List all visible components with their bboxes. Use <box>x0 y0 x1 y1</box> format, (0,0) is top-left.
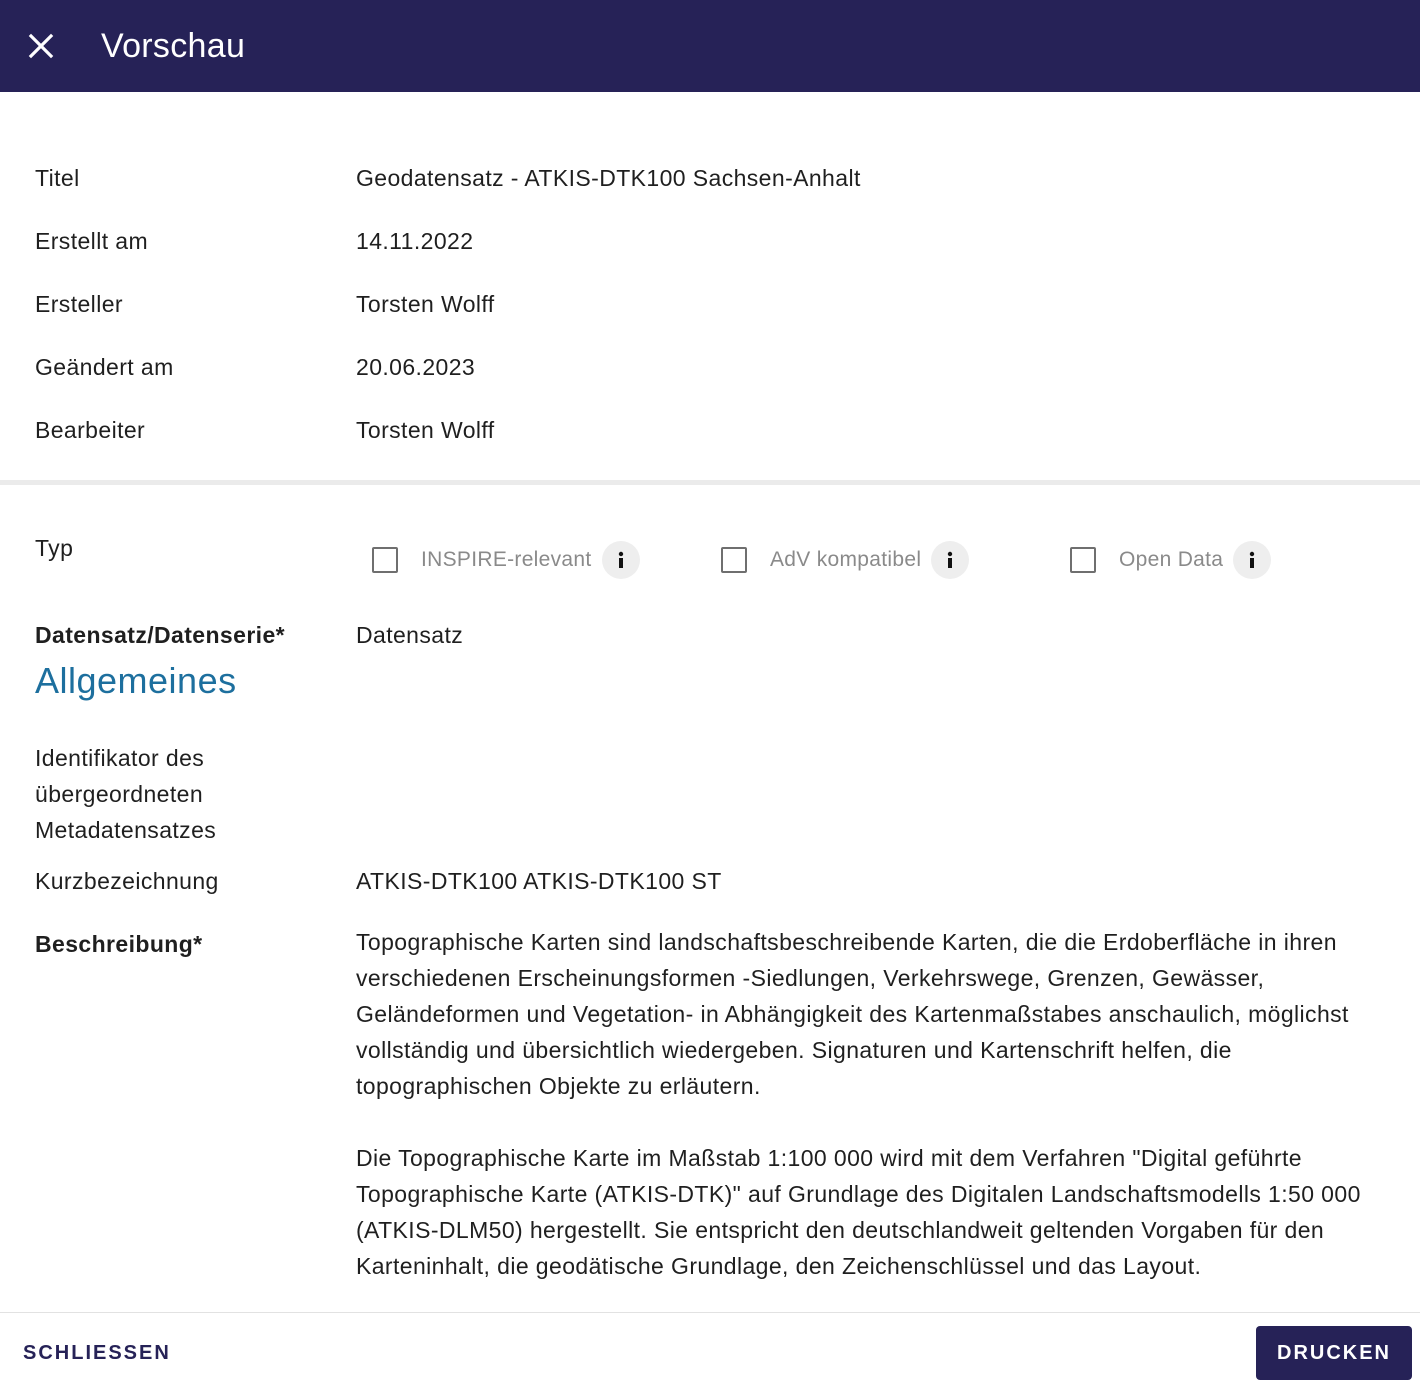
section-title-allgemeines: Allgemeines <box>35 660 237 701</box>
adv-label: AdV kompatibel <box>770 548 922 571</box>
inspire-checkbox[interactable] <box>372 547 398 573</box>
print-button[interactable]: DRUCKEN <box>1256 1326 1412 1380</box>
dialog-footer: SCHLIESSEN DRUCKEN <box>0 1312 1420 1390</box>
meta-value: Torsten Wolff <box>356 291 495 317</box>
section-divider <box>0 480 1420 485</box>
preview-content[interactable]: Titel Geodatensatz - ATKIS-DTK100 Sachse… <box>0 92 1420 1312</box>
kurzbezeichnung-value: ATKIS-DTK100 ATKIS-DTK100 ST <box>356 868 722 894</box>
meta-label: Titel <box>35 165 80 191</box>
beschreibung-paragraph: Topographische Karten sind landschaftsbe… <box>356 929 1349 1099</box>
info-icon[interactable] <box>601 541 640 579</box>
meta-row-geaendert-am: Geändert am 20.06.2023 <box>35 354 475 381</box>
dialog-title: Vorschau <box>101 26 246 65</box>
meta-label: Bearbeiter <box>35 417 146 443</box>
meta-label: Geändert am <box>35 354 174 380</box>
meta-label: Ersteller <box>35 291 123 317</box>
identifikator-label: Identifikator des übergeordneten Metadat… <box>35 745 217 843</box>
close-button[interactable]: SCHLIESSEN <box>12 1333 182 1373</box>
checkbox-adv-kompatibel: AdV kompatibel <box>721 539 970 581</box>
meta-value: Geodatensatz - ATKIS-DTK100 Sachsen-Anha… <box>356 165 861 191</box>
meta-value: 14.11.2022 <box>356 228 474 254</box>
meta-label: Erstellt am <box>35 228 149 254</box>
open-data-checkbox[interactable] <box>1070 547 1096 573</box>
meta-row-titel: Titel Geodatensatz - ATKIS-DTK100 Sachse… <box>35 165 861 192</box>
inspire-label: INSPIRE-relevant <box>421 548 592 571</box>
beschreibung-label: Beschreibung* <box>35 931 203 957</box>
info-icon[interactable] <box>1233 541 1272 579</box>
meta-row-erstellt-am: Erstellt am 14.11.2022 <box>35 228 473 255</box>
beschreibung-paragraph: Die Topographische Karte im Maßstab 1:10… <box>356 1145 1361 1279</box>
typ-label: Typ <box>35 535 74 561</box>
open-data-label: Open Data <box>1119 548 1224 571</box>
checkbox-inspire-relevant: INSPIRE-relevant <box>372 539 640 581</box>
beschreibung-text: Topographische Karten sind landschaftsbe… <box>356 924 1396 1312</box>
dialog-header: Vorschau <box>0 0 1420 92</box>
info-icon[interactable] <box>931 541 970 579</box>
meta-value: Torsten Wolff <box>356 417 495 443</box>
kurzbezeichnung-label: Kurzbezeichnung <box>35 868 219 894</box>
checkbox-open-data: Open Data <box>1070 539 1272 581</box>
meta-row-bearbeiter: Bearbeiter Torsten Wolff <box>35 417 495 444</box>
close-icon[interactable] <box>21 26 61 66</box>
datensatz-label: Datensatz/Datenserie* <box>35 622 286 648</box>
adv-checkbox[interactable] <box>721 547 747 573</box>
meta-value: 20.06.2023 <box>356 354 476 380</box>
datensatz-value: Datensatz <box>356 622 464 648</box>
meta-row-ersteller: Ersteller Torsten Wolff <box>35 291 495 318</box>
